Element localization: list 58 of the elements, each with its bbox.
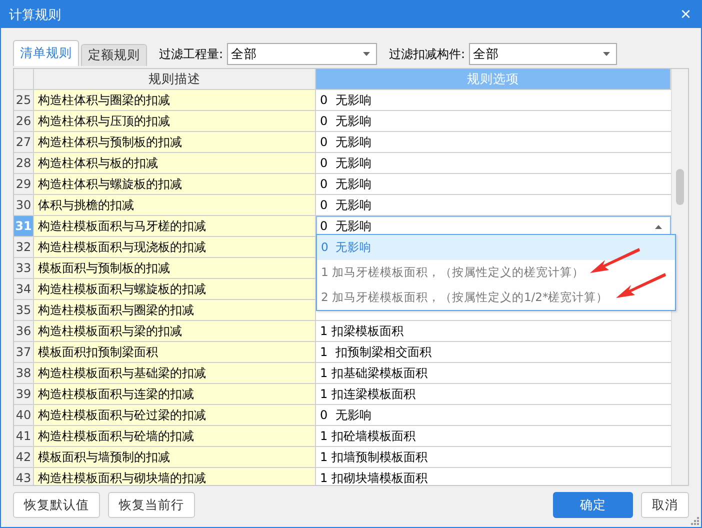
dialog-button[interactable]: 取消 [641,492,689,518]
resize-grip-icon [690,516,699,525]
row-number: 25 [14,90,34,111]
tab[interactable]: 定额规则 [81,44,147,66]
rule-description: 模板面积与墙预制的扣减 [34,447,316,468]
rule-description: 构造柱体积与压顶的扣减 [34,111,316,132]
filter-label: 过滤扣减构件: [389,46,466,62]
row-number: 34 [14,279,34,300]
rule-description: 构造柱体积与螺旋板的扣减 [34,174,316,195]
close-button[interactable]: × [678,4,693,25]
filter-dropdown[interactable]: 全部 [227,43,378,65]
row-number: 29 [14,174,34,195]
row-number: 36 [14,321,34,342]
row-number: 41 [14,426,34,447]
row-number: 38 [14,363,34,384]
option-item[interactable]: 2 加马牙槎模板面积，（按属性定义的1/2*槎宽计算） [317,285,675,310]
rule-description: 构造柱体积与预制板的扣减 [34,132,316,153]
column-header[interactable]: 规则描述 [34,69,316,90]
option-item[interactable]: 1 加马牙槎模板面积，（按属性定义的槎宽计算） [317,260,675,285]
row-number: 27 [14,132,34,153]
rule-description: 模板面积与预制板的扣减 [34,258,316,279]
row-number: 30 [14,195,34,216]
tab[interactable]: 清单规则 [13,40,79,66]
row-number: 26 [14,111,34,132]
rule-description: 构造柱模板面积与现浇板的扣减 [34,237,316,258]
row-number: 43 [14,468,34,485]
rule-description: 构造柱模板面积与基础梁的扣减 [34,363,316,384]
rule-description: 构造柱模板面积与砼墙的扣减 [34,426,316,447]
window-title: 计算规则 [9,6,61,24]
row-number: 35 [14,300,34,321]
row-number: 32 [14,237,34,258]
caret-icon [655,224,662,228]
rule-description: 体积与挑檐的扣减 [34,195,316,216]
rule-description: 构造柱模板面积与梁的扣减 [34,321,316,342]
row-number: 31 [14,216,34,237]
dialog-button[interactable]: 恢复当前行 [108,492,195,518]
rule-description: 构造柱体积与圈梁的扣减 [34,90,316,111]
filter-label: 过滤工程量: [159,46,224,62]
rule-description: 模板面积扣预制梁面积 [34,342,316,363]
row-number: 40 [14,405,34,426]
rule-description: 构造柱模板面积与圈梁的扣减 [34,300,316,321]
row-number: 33 [14,258,34,279]
row-number: 28 [14,153,34,174]
row-number: 42 [14,447,34,468]
row-number: 37 [14,342,34,363]
caret-icon [603,52,610,56]
scrollbar[interactable] [671,69,688,485]
dialog-button[interactable]: 恢复默认值 [13,492,100,518]
rule-description: 构造柱模板面积与连梁的扣减 [34,384,316,405]
filter-dropdown[interactable]: 全部 [469,43,618,65]
rule-description: 构造柱模板面积与螺旋板的扣减 [34,279,316,300]
rule-description: 构造柱模板面积与砌块墙的扣减 [34,468,316,485]
row-number: 39 [14,384,34,405]
rule-description: 构造柱体积与板的扣减 [34,153,316,174]
rule-description: 构造柱模板面积与砼过梁的扣减 [34,405,316,426]
dialog-button[interactable]: 确定 [553,492,633,518]
rule-description: 构造柱模板面积与马牙槎的扣减 [34,216,316,237]
caret-icon [363,52,370,56]
